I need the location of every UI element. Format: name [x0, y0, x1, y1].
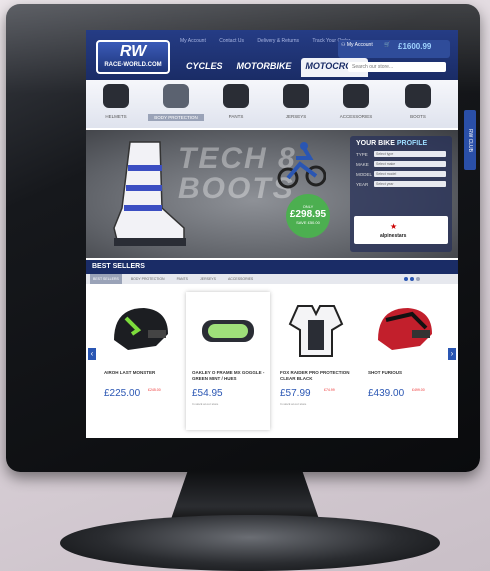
product-card[interactable]: OAKLEY O FRAME MX GOGGLE - GREEN MINT / …: [186, 292, 270, 430]
field-label: MAKE: [356, 161, 369, 167]
carousel-prev-button[interactable]: ‹: [88, 348, 96, 360]
subcategory-pants[interactable]: PANTS: [208, 82, 264, 126]
pants-icon: [223, 84, 249, 108]
category-cycles[interactable]: CYCLES: [182, 58, 227, 77]
tab-jerseys[interactable]: JERSEYS: [197, 274, 219, 284]
product-was-price: £74.99: [324, 388, 335, 392]
product-price: £439.00: [368, 388, 405, 399]
product-was-price: £245.00: [148, 388, 161, 392]
field-label: MODEL: [356, 171, 373, 177]
bike-profile-row: TYPE Select type: [356, 151, 446, 157]
category-nav: CYCLES MOTORBIKE MOTOCROSS: [182, 58, 369, 77]
subcategory-label: BOOTS: [410, 114, 426, 119]
bike-profile-row: MAKE Select make: [356, 161, 446, 167]
bike-profile-row: MODEL Select model: [356, 171, 446, 177]
site-header: RW RACE-WORLD.COM My Account Contact Us …: [86, 30, 458, 80]
product-price: £57.99: [280, 388, 311, 399]
best-sellers-header: BEST SELLERS: [86, 260, 458, 274]
product-name[interactable]: AIROH LAST MONSTER: [104, 370, 180, 376]
user-icon: ⚇: [341, 42, 346, 48]
monitor-stand-base: [60, 515, 440, 571]
subcategory-label: PANTS: [228, 114, 244, 119]
top-link-delivery[interactable]: Delivery & Returns: [257, 38, 299, 44]
product-card[interactable]: SHOT FURIOUS £439.00 £499.00: [362, 292, 446, 430]
logo-sub: RACE-WORLD.COM: [104, 62, 162, 68]
product-name[interactable]: FOX RAIDER PRO PROTECTION CLEAR BLACK: [280, 370, 356, 382]
bike-profile-title-b: PROFILE: [396, 140, 428, 147]
tab-body-protection[interactable]: BODY PROTECTION: [128, 274, 168, 284]
product-was-price: £499.00: [412, 388, 425, 392]
product-name[interactable]: SHOT FURIOUS: [368, 370, 444, 376]
make-select[interactable]: Select make: [374, 161, 446, 167]
helmet-icon: [103, 84, 129, 108]
subcategory-body-protection[interactable]: BODY PROTECTION: [148, 82, 204, 126]
accessories-icon: [343, 84, 369, 108]
logo-mark: RW: [119, 43, 147, 60]
category-motorbike[interactable]: MOTORBIKE: [233, 58, 296, 77]
subcategory-label: ACCESSORIES: [339, 114, 373, 119]
jersey-icon: [283, 84, 309, 108]
product-price: £225.00: [104, 388, 141, 399]
account-label: My Account: [346, 42, 373, 48]
bike-profile-title: YOUR BIKE PROFILE: [356, 140, 446, 147]
product-stock: In stock at our store: [192, 402, 219, 406]
subcategory-boots[interactable]: BOOTS: [390, 82, 446, 126]
body-armor-icon: [163, 84, 189, 108]
helmet-icon: [114, 308, 168, 350]
boot-image: [113, 141, 186, 246]
subcategory-label: JERSEYS: [285, 114, 307, 119]
product-price: £54.95: [192, 388, 223, 399]
product-carousel: AIROH LAST MONSTER £225.00 £245.00 OAKLE…: [98, 292, 446, 432]
subcategory-bar: HELMETS BODY PROTECTION PANTS JERSEYS AC…: [86, 80, 458, 128]
carousel-dot[interactable]: [410, 277, 414, 281]
product-card[interactable]: FOX RAIDER PRO PROTECTION CLEAR BLACK £5…: [274, 292, 358, 430]
chest-protector-icon: [288, 305, 344, 357]
model-select[interactable]: Select model: [374, 171, 446, 177]
top-link-contact[interactable]: Contact Us: [219, 38, 244, 44]
field-label: TYPE: [356, 151, 368, 157]
monitor-screen: RW RACE-WORLD.COM My Account Contact Us …: [86, 30, 458, 438]
carousel-dots: [404, 277, 420, 281]
field-label: YEAR: [356, 181, 369, 187]
bike-profile-title-a: YOUR BIKE: [356, 140, 395, 147]
cart-icon[interactable]: 🛒: [384, 42, 390, 48]
subcategory-jerseys[interactable]: JERSEYS: [268, 82, 324, 126]
ad-brand: alpinestars: [380, 233, 407, 239]
site-logo[interactable]: RW RACE-WORLD.COM: [96, 40, 170, 74]
subcategory-label: HELMETS: [105, 114, 127, 119]
alpinestars-logo-icon: ★: [390, 222, 398, 231]
hero-banner[interactable]: TECH 8 BOOTS ONLY £298.95 SAVE £50.00 YO…: [86, 130, 458, 258]
carousel-dot[interactable]: [416, 277, 420, 281]
tab-best-sellers[interactable]: BEST SELLERS: [90, 274, 122, 284]
boots-icon: [405, 84, 431, 108]
hero-price-badge[interactable]: ONLY £298.95 SAVE £50.00: [286, 194, 330, 238]
top-link-account[interactable]: My Account: [180, 38, 206, 44]
product-name[interactable]: OAKLEY O FRAME MX GOGGLE - GREEN MINT / …: [192, 370, 268, 382]
bike-profile-row: YEAR Select year: [356, 181, 446, 187]
product-stock: In stock at our store: [280, 402, 307, 406]
hero-price: £298.95: [289, 209, 327, 220]
tab-pants[interactable]: PANTS: [174, 274, 191, 284]
top-links: My Account Contact Us Delivery & Returns…: [180, 38, 362, 44]
goggles-icon: [202, 320, 254, 342]
carousel-next-button[interactable]: ›: [448, 348, 456, 360]
year-select[interactable]: Select year: [374, 181, 446, 187]
tab-accessories[interactable]: ACCESSORIES: [225, 274, 256, 284]
helmet-icon: [378, 308, 432, 350]
basket-total[interactable]: £1600.99: [398, 42, 431, 51]
best-sellers-tabs: BEST SELLERS BODY PROTECTION PANTS JERSE…: [86, 274, 458, 284]
subcategory-label: BODY PROTECTION: [148, 114, 204, 121]
product-card[interactable]: AIROH LAST MONSTER £225.00 £245.00: [98, 292, 182, 430]
account-box[interactable]: ⚇ My Account 🛒: [338, 40, 450, 58]
motocross-bike-image: [277, 142, 326, 189]
side-tab[interactable]: RW CLUB: [464, 110, 476, 170]
subcategory-accessories[interactable]: ACCESSORIES: [328, 82, 384, 126]
type-select[interactable]: Select type: [374, 151, 446, 157]
hero-price-sub: SAVE £50.00: [296, 220, 320, 225]
carousel-dot[interactable]: [404, 277, 408, 281]
search-input[interactable]: Search our store...: [348, 62, 446, 72]
alpinestars-ad[interactable]: ★ alpinestars: [354, 216, 448, 244]
subcategory-helmets[interactable]: HELMETS: [88, 82, 144, 126]
